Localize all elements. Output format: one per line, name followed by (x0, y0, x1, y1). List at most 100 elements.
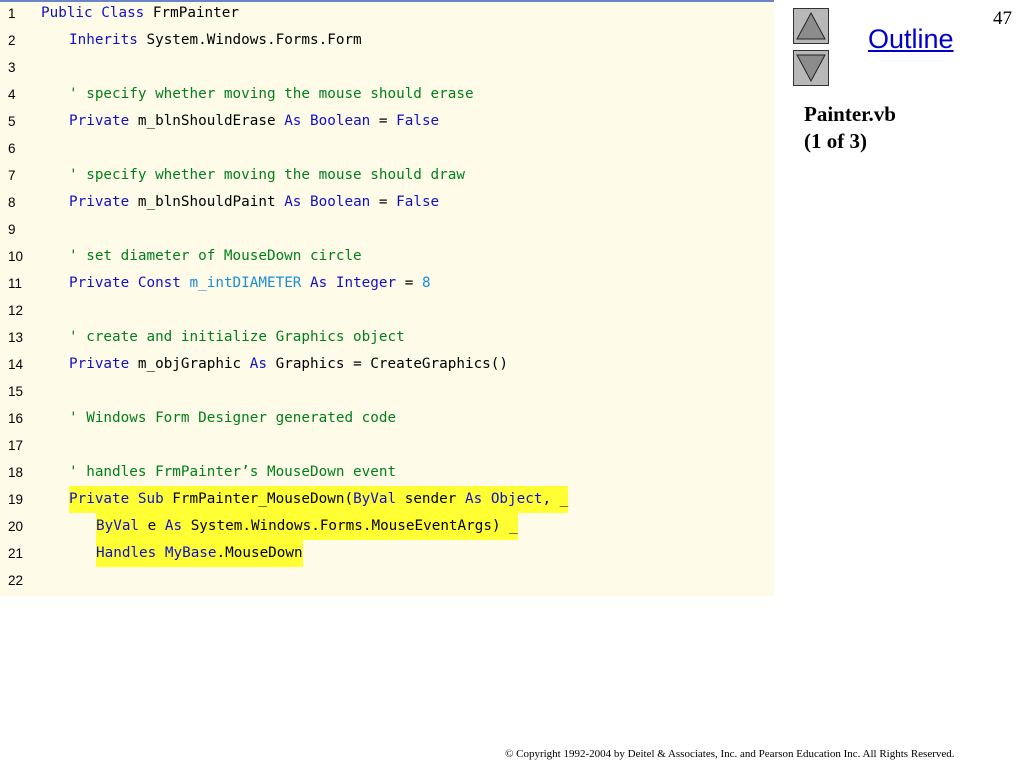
code-line: 20 ByVal e As System.Windows.Forms.MouseE… (0, 513, 774, 540)
code-token: ByVal (353, 491, 397, 507)
code-line: 4 ' specify whether moving the mouse shou… (0, 81, 774, 108)
code-token: ByVal (96, 518, 140, 534)
code-line: 19 Private Sub FrmPainter_MouseDown(ByVal… (0, 486, 774, 513)
code-text: Private m_blnShouldErase As Boolean = Fa… (69, 108, 439, 135)
line-number: 14 (8, 357, 24, 372)
code-token: = (370, 194, 397, 210)
outline-link[interactable]: Outline (868, 24, 954, 55)
code-token: Boolean (310, 194, 371, 210)
code-token: Private (69, 113, 130, 129)
code-token: Inherits (69, 32, 138, 48)
line-number: 21 (8, 546, 24, 561)
code-token: As (249, 356, 267, 372)
line-number: 9 (8, 222, 16, 237)
line-number: 5 (8, 114, 16, 129)
copyright-notice: © Copyright 1992-2004 by Deitel & Associ… (505, 748, 955, 760)
line-number: 12 (8, 303, 24, 318)
code-text: ' specify whether moving the mouse shoul… (69, 162, 465, 189)
line-number: 16 (8, 411, 24, 426)
code-token: MyBase (164, 545, 217, 561)
code-token: Private (69, 356, 130, 372)
code-panel: 1 Public Class FrmPainter 2 Inherits System… (0, 0, 774, 596)
page-indicator: (1 of 3) (804, 129, 867, 153)
code-text: Private m_blnShouldPaint As Boolean = Fa… (69, 189, 439, 216)
code-line: 11 Private Const m_intDIAMETER As Integer… (0, 270, 774, 297)
code-token: 8 (421, 275, 431, 291)
code-token: As (464, 491, 483, 507)
code-text: ' create and initialize Graphics object (69, 324, 405, 351)
line-number: 2 (8, 33, 16, 48)
code-line: 21 Handles MyBase.MouseDown (0, 540, 774, 567)
code-line: 5 Private m_blnShouldErase As Boolean = F… (0, 108, 774, 135)
code-token: ' specify whether moving the mouse shoul… (69, 86, 474, 102)
code-text: ' specify whether moving the mouse shoul… (69, 81, 474, 108)
code-token: ' specify whether moving the mouse shoul… (69, 167, 465, 183)
code-text: Public Class FrmPainter (41, 0, 239, 27)
line-number: 10 (8, 249, 24, 264)
code-line: 22 (0, 567, 774, 594)
code-line: 9 (0, 216, 774, 243)
code-line: 15 (0, 378, 774, 405)
code-token: False (396, 194, 440, 210)
next-slide-button[interactable] (793, 50, 829, 86)
line-number: 6 (8, 141, 16, 156)
line-number: 4 (8, 87, 16, 102)
code-token: ' Windows Form Designer generated code (69, 410, 397, 426)
code-token: sender (396, 491, 465, 507)
code-token: Integer (335, 275, 397, 291)
code-line: 8 Private m_blnShouldPaint As Boolean = F… (0, 189, 774, 216)
code-line: 12 (0, 297, 774, 324)
code-text: Handles MyBase.MouseDown (96, 540, 303, 567)
code-token: m_objGraphic (129, 356, 250, 372)
file-name: Painter.vb (804, 102, 896, 126)
code-line: 1 Public Class FrmPainter (0, 0, 774, 27)
line-number: 7 (8, 168, 16, 183)
line-number: 20 (8, 519, 24, 534)
triangle-up-icon (796, 11, 826, 40)
code-line: 18 ' handles FrmPainter’s MouseDown event (0, 459, 774, 486)
file-title: Painter.vb (1 of 3) (804, 101, 896, 155)
code-token: As (310, 275, 328, 291)
code-text: Private Sub FrmPainter_MouseDown(ByVal s… (69, 486, 569, 513)
code-line: 13 ' create and initialize Graphics objec… (0, 324, 774, 351)
code-line: 6 (0, 135, 774, 162)
code-text: ByVal e As System.Windows.Forms.MouseEve… (96, 513, 518, 540)
code-text: Inherits System.Windows.Forms.Form (69, 27, 362, 54)
code-token: Private Const (69, 275, 181, 291)
code-text: Private Const m_intDIAMETER As Integer =… (69, 270, 431, 297)
code-token: Private Sub (69, 491, 164, 507)
code-text: ' handles FrmPainter’s MouseDown event (69, 459, 396, 486)
code-token: Boolean (310, 113, 371, 129)
slide-number: 47 (993, 8, 1012, 29)
code-token: = (370, 113, 397, 129)
line-number: 19 (8, 492, 24, 507)
code-token: As (284, 194, 302, 210)
code-line: 3 (0, 54, 774, 81)
code-token: Object (490, 491, 543, 507)
code-token: m_blnShouldErase (129, 113, 285, 129)
line-number: 18 (8, 465, 24, 480)
line-number: 1 (8, 6, 16, 21)
code-token: , _ (542, 491, 569, 507)
code-line: 16 ' Windows Form Designer generated code (0, 405, 774, 432)
code-text: ' Windows Form Designer generated code (69, 405, 396, 432)
line-number: 17 (8, 438, 24, 453)
code-token: System.Windows.Forms.Form (137, 32, 362, 48)
code-line: 10 ' set diameter of MouseDown circle (0, 243, 774, 270)
code-token: = (396, 275, 422, 291)
previous-slide-button[interactable] (793, 8, 829, 44)
code-token: Public Class (41, 5, 145, 21)
triangle-down-icon (796, 54, 826, 83)
code-line: 2 Inherits System.Windows.Forms.Form (0, 27, 774, 54)
code-token: .MouseDown (216, 545, 303, 561)
code-token: ' set diameter of MouseDown circle (69, 248, 362, 264)
code-line: 14 Private m_objGraphic As Graphics = Cre… (0, 351, 774, 378)
line-number: 3 (8, 60, 16, 75)
code-line: 7 ' specify whether moving the mouse shou… (0, 162, 774, 189)
